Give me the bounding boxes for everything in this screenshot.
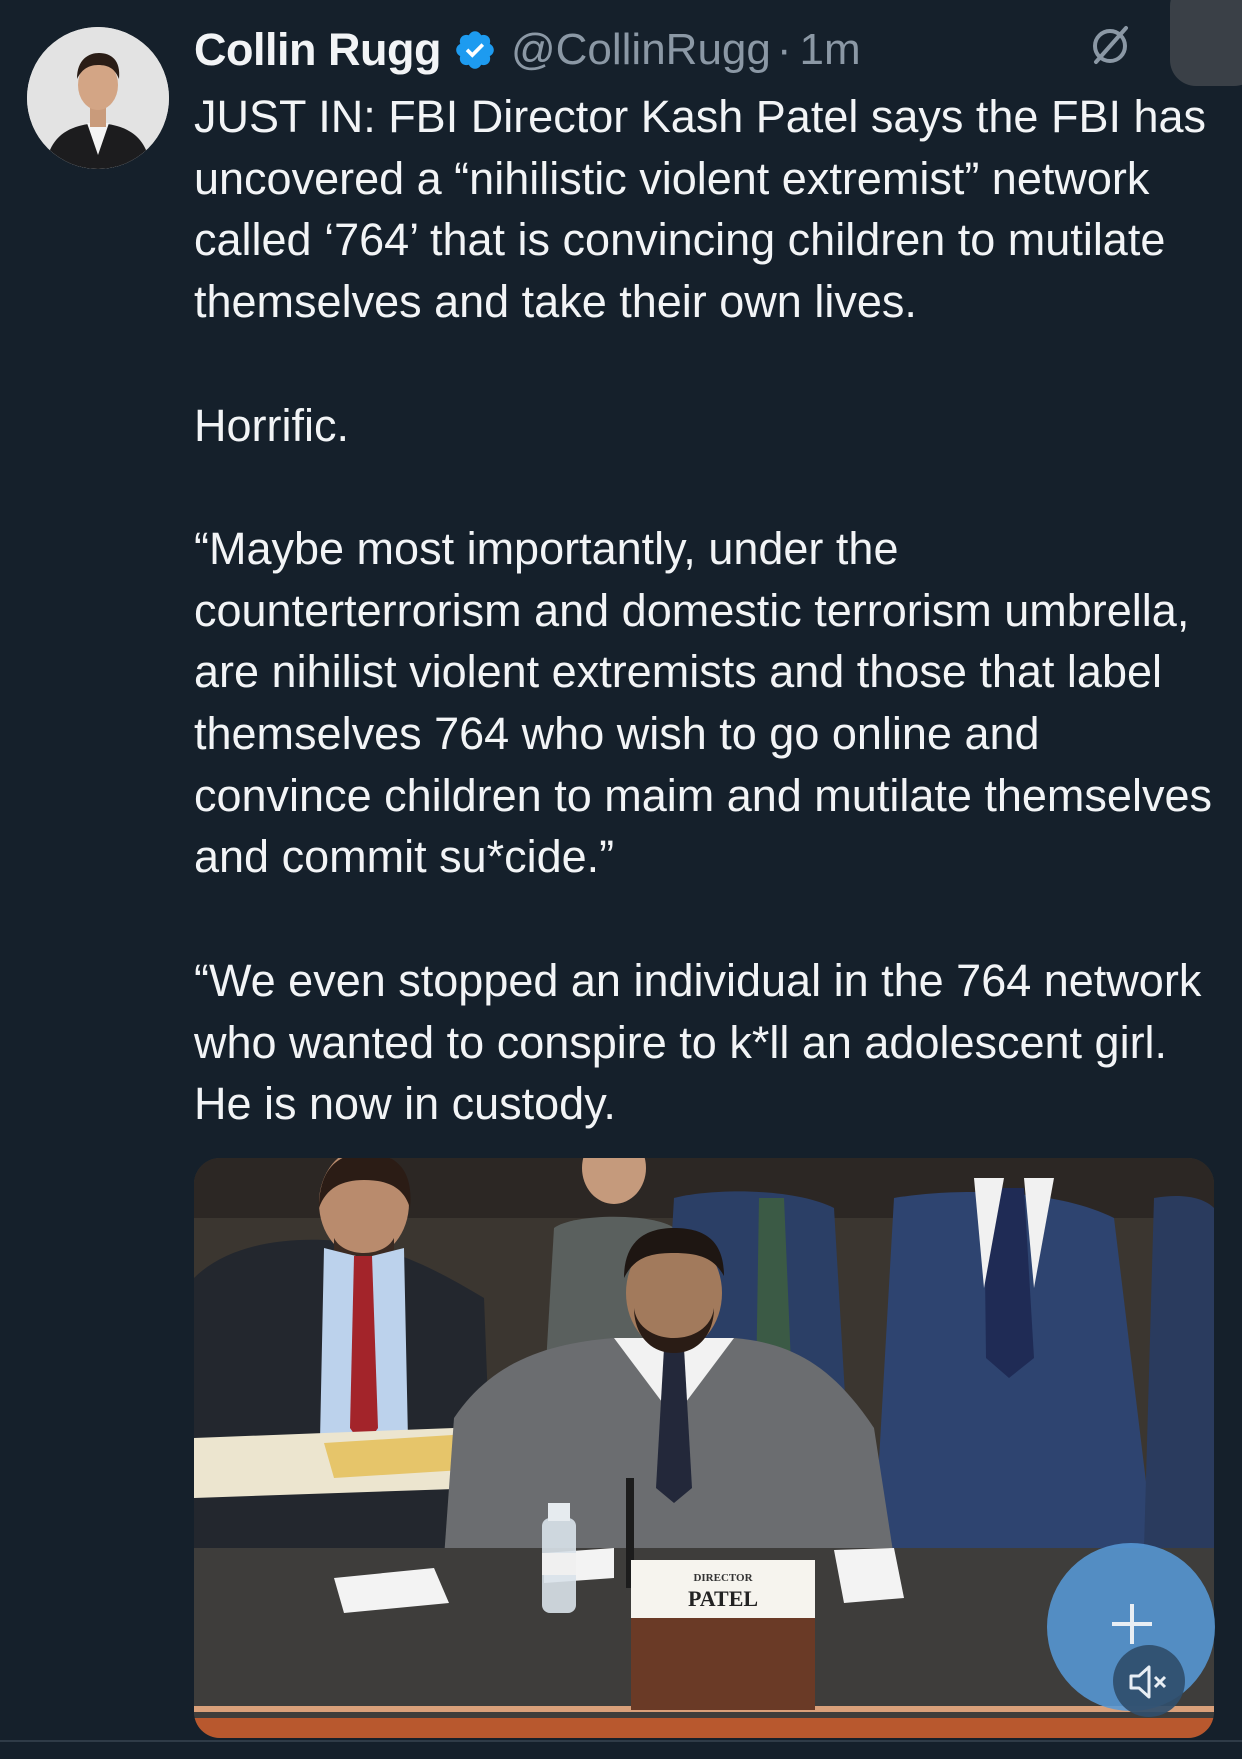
divider	[0, 1740, 1242, 1742]
tweet-text: JUST IN: FBI Director Kash Patel says th…	[194, 86, 1224, 1135]
speaker-muted-icon	[1129, 1665, 1167, 1699]
avatar-image	[27, 27, 169, 169]
plus-icon	[1112, 1604, 1152, 1644]
display-name[interactable]: Collin Rugg	[194, 24, 441, 76]
tweet-paragraph: “Maybe most importantly, under the count…	[194, 522, 1212, 883]
grok-icon[interactable]	[1086, 22, 1134, 70]
tweet-paragraph: “We even stopped an individual in the 76…	[194, 954, 1202, 1130]
avatar[interactable]	[27, 27, 169, 169]
placard-title: DIRECTOR	[693, 1572, 753, 1584]
handle[interactable]: @CollinRugg	[511, 25, 771, 75]
verified-badge-icon	[456, 31, 494, 69]
overflow-tab[interactable]	[1170, 0, 1242, 86]
tweet[interactable]: Collin Rugg @CollinRugg · 1m JUST IN: FB…	[0, 0, 1242, 1759]
timestamp[interactable]: 1m	[800, 25, 861, 75]
tweet-paragraph: JUST IN: FBI Director Kash Patel says th…	[194, 91, 1207, 328]
tweet-paragraph: Horrific.	[194, 399, 349, 451]
separator-dot: ·	[776, 25, 792, 74]
placard-name: PATEL	[688, 1586, 758, 1611]
tweet-header: Collin Rugg @CollinRugg · 1m	[194, 20, 861, 80]
